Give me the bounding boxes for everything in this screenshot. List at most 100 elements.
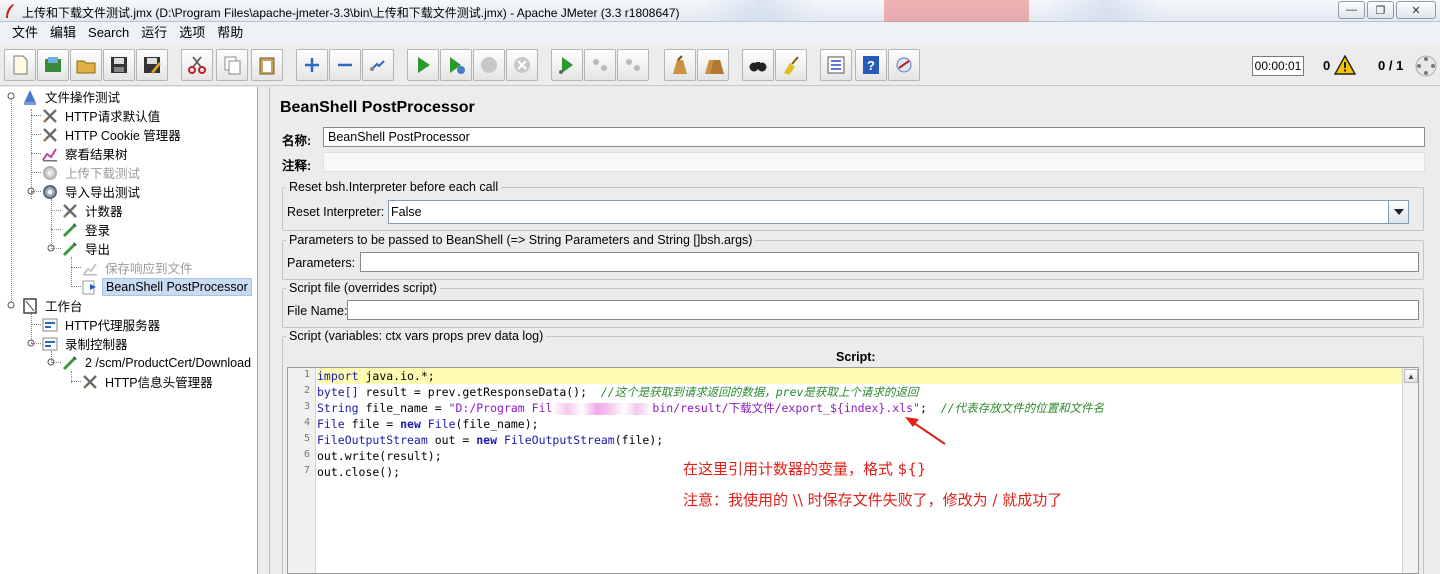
start-button[interactable] [407, 49, 439, 81]
name-field[interactable]: BeanShell PostProcessor [323, 127, 1425, 147]
chevron-down-icon [1393, 209, 1404, 215]
tree-node-upload-download-test[interactable]: 上传下载测试 [41, 163, 143, 182]
sampler-icon [62, 241, 77, 256]
code-line: out.write(result); [317, 449, 442, 463]
stop-button[interactable] [473, 49, 505, 81]
test-plan-tree: 文件操作测试 HTTP请求默认值 HTTP Cookie 管理器 察看结果树 上… [0, 87, 258, 574]
listener-icon [42, 147, 57, 161]
toggle-icon [370, 60, 385, 71]
code-line: File file = new File(file_name); [317, 417, 539, 431]
controller-icon [42, 337, 58, 350]
log-icon [896, 57, 912, 73]
tree-node-test-plan[interactable]: 文件操作测试 [21, 87, 123, 106]
reset-search-button[interactable] [775, 49, 807, 81]
element-config-panel: BeanShell PostProcessor 名称: BeanShell Po… [271, 87, 1440, 574]
toggle-button[interactable] [362, 49, 394, 81]
tree-node-save-response-to-file[interactable]: 保存响应到文件 [81, 258, 196, 277]
minimize-button[interactable]: — [1338, 1, 1365, 19]
templates-button[interactable] [37, 49, 69, 81]
comment-field[interactable] [323, 152, 1425, 172]
tree-toggle-icon[interactable] [47, 358, 55, 366]
tree-node-export[interactable]: 导出 [61, 239, 113, 258]
config-element-icon [43, 127, 57, 142]
script-label: Script: [836, 350, 876, 364]
tree-node-cookie-manager[interactable]: HTTP Cookie 管理器 [41, 125, 184, 144]
remote-start-icon [559, 57, 573, 74]
paste-button[interactable] [251, 49, 283, 81]
templates-icon [45, 57, 61, 72]
save-icon [111, 57, 127, 73]
listener-icon [83, 262, 97, 275]
collapse-all-button[interactable] [329, 49, 361, 81]
remote-start-all-button[interactable] [551, 49, 583, 81]
remote-shutdown-all-button[interactable] [617, 49, 649, 81]
search-button[interactable] [742, 49, 774, 81]
shutdown-button[interactable] [506, 49, 538, 81]
function-helper-button[interactable] [820, 49, 852, 81]
new-button[interactable] [4, 49, 36, 81]
cut-button[interactable] [181, 49, 213, 81]
tree-node-login[interactable]: 登录 [61, 220, 113, 239]
reset-interpreter-select[interactable]: False [388, 200, 1409, 224]
tree-node-header-manager[interactable]: HTTP信息头管理器 [81, 372, 216, 391]
menu-file[interactable]: 文件 [6, 22, 44, 44]
menu-options[interactable]: 选项 [173, 22, 211, 44]
tree-node-http-proxy[interactable]: HTTP代理服务器 [41, 315, 163, 334]
file-name-field[interactable] [347, 300, 1419, 320]
menu-search[interactable]: Search [82, 22, 135, 44]
tree-node-counter[interactable]: 计数器 [61, 201, 126, 220]
toolbar: ? 00:00:01 0 0 / 1 [0, 44, 1440, 86]
dropdown-button[interactable] [1388, 201, 1408, 223]
tree-toggle-icon[interactable] [27, 339, 35, 347]
editor-scrollbar[interactable]: ▲ [1402, 368, 1418, 573]
tree-toggle-icon[interactable] [7, 92, 15, 100]
collapse-icon [338, 63, 352, 67]
menu-help[interactable]: 帮助 [211, 22, 249, 44]
save-as-icon [144, 57, 161, 74]
log-viewer-button[interactable] [888, 49, 920, 81]
sampler-icon [62, 355, 77, 370]
tree-node-download-sampler[interactable]: 2 /scm/ProductCert/Download [61, 353, 254, 372]
copy-button[interactable] [216, 49, 248, 81]
annotation-note: 注意：我使用的 \\ 时保存文件失败了，修改为 / 就成功了 [683, 491, 1063, 509]
tree-node-import-export-test[interactable]: 导入导出测试 [41, 182, 143, 201]
menu-run[interactable]: 运行 [135, 22, 173, 44]
reset-interpreter-label: Reset Interpreter: [287, 205, 385, 219]
parameters-field[interactable] [360, 252, 1419, 272]
save-button[interactable] [103, 49, 135, 81]
clear-all-button[interactable] [697, 49, 729, 81]
copy-icon [224, 56, 241, 75]
save-as-button[interactable] [136, 49, 168, 81]
tree-node-beanshell-postprocessor[interactable]: BeanShell PostProcessor [81, 277, 252, 296]
remote-shutdown-icon [626, 59, 640, 71]
tree-node-http-defaults[interactable]: HTTP请求默认值 [41, 106, 163, 125]
expand-all-button[interactable] [296, 49, 328, 81]
warning-icon[interactable] [1334, 55, 1356, 75]
blurred-background-tab [1045, 0, 1165, 22]
tree-toggle-icon[interactable] [27, 187, 35, 195]
clear-all-icon [705, 60, 724, 74]
clear-button[interactable] [664, 49, 696, 81]
tree-node-view-results-tree[interactable]: 察看结果树 [41, 144, 131, 163]
scroll-up-icon[interactable]: ▲ [1404, 369, 1418, 383]
help-button[interactable]: ? [855, 49, 887, 81]
open-button[interactable] [70, 49, 102, 81]
remote-stop-all-button[interactable] [584, 49, 616, 81]
elapsed-timer: 00:00:01 [1252, 56, 1304, 76]
start-no-pauses-button[interactable] [440, 49, 472, 81]
tree-toggle-icon[interactable] [7, 301, 15, 309]
config-element-icon [63, 203, 77, 218]
tree-toggle-icon[interactable] [47, 244, 55, 252]
blurred-background-tab [884, 0, 1029, 22]
close-button[interactable]: ✕ [1396, 1, 1436, 19]
remote-stop-icon [593, 59, 607, 71]
pane-splitter[interactable] [258, 87, 270, 574]
tree-node-recording-controller[interactable]: 录制控制器 [41, 334, 131, 353]
maximize-button[interactable]: ❐ [1367, 1, 1394, 19]
code-line: FileOutputStream out = new FileOutputStr… [317, 433, 664, 447]
menu-edit[interactable]: 编辑 [44, 22, 82, 44]
annotation-note: 在这里引用计数器的变量，格式 ${} [683, 460, 927, 478]
annotation-arrow-icon [905, 417, 946, 445]
redacted-path [552, 402, 653, 415]
tree-node-workbench[interactable]: 工作台 [21, 296, 86, 315]
